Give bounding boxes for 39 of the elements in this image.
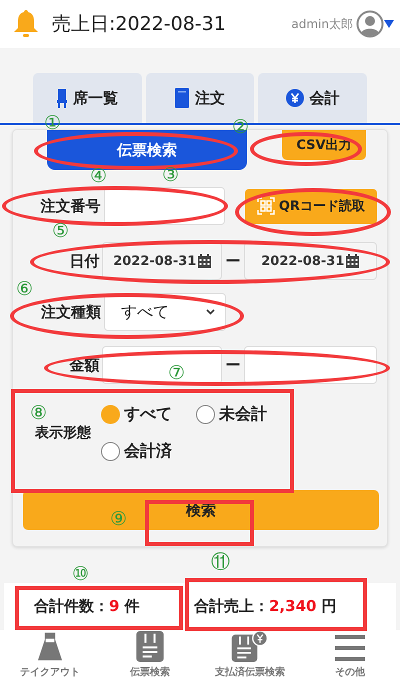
callout-number: ⑧ [30,404,48,423]
total-sales: 合計売上：2,340 円 [194,597,337,616]
range-dash: ー [224,356,242,374]
menu-icon [335,634,365,662]
bottom-nav-item[interactable]: 伝票検索 [100,630,200,695]
calendar-icon [346,254,360,268]
radio-option[interactable]: すべて [101,404,196,425]
field-label: 注文種類 [40,302,101,322]
sales-date: 売上日:2022-08-31 [52,12,227,37]
radio-option[interactable]: 未会計 [196,404,291,425]
callout-number: ④ [90,167,108,186]
callout-number: ⑦ [168,364,186,383]
calendar-icon [198,254,212,268]
field-label: 表示形態 [35,424,91,442]
caret-icon[interactable] [384,20,394,28]
qr-icon [256,197,275,215]
callout-number: ⑤ [52,222,70,241]
field-label: 日付 [68,252,100,270]
callout-number: ⑥ [16,280,34,299]
user-name: admin太郎 [291,16,353,32]
callout-number: ⑩ [72,565,90,584]
radio-option[interactable]: 会計済 [101,441,196,462]
callout-number: ⑪ [211,553,230,572]
nav-tab[interactable]: 会計 [258,73,368,123]
bottom-nav-item[interactable]: その他 [300,630,400,695]
avatar-icon[interactable] [356,10,384,38]
range-dash: ー [224,252,242,270]
callout-number: ⑨ [110,510,128,529]
total-count: 合計件数：9 件 [34,597,141,616]
chevron-icon [206,309,215,315]
yen-icon [286,89,304,107]
bottom-nav-item[interactable]: 支払済伝票検索 [200,630,300,695]
date-from-field[interactable]: 2022-08-31 [102,242,222,280]
chair-icon [56,88,67,108]
bottom-nav-item[interactable]: テイクアウト [0,630,100,695]
order-type-select[interactable]: すべて [104,293,226,331]
field-label: 注文番号 [40,196,101,216]
book-icon [175,88,189,108]
qr-scan-button[interactable]: QRコード読取 [244,188,377,224]
